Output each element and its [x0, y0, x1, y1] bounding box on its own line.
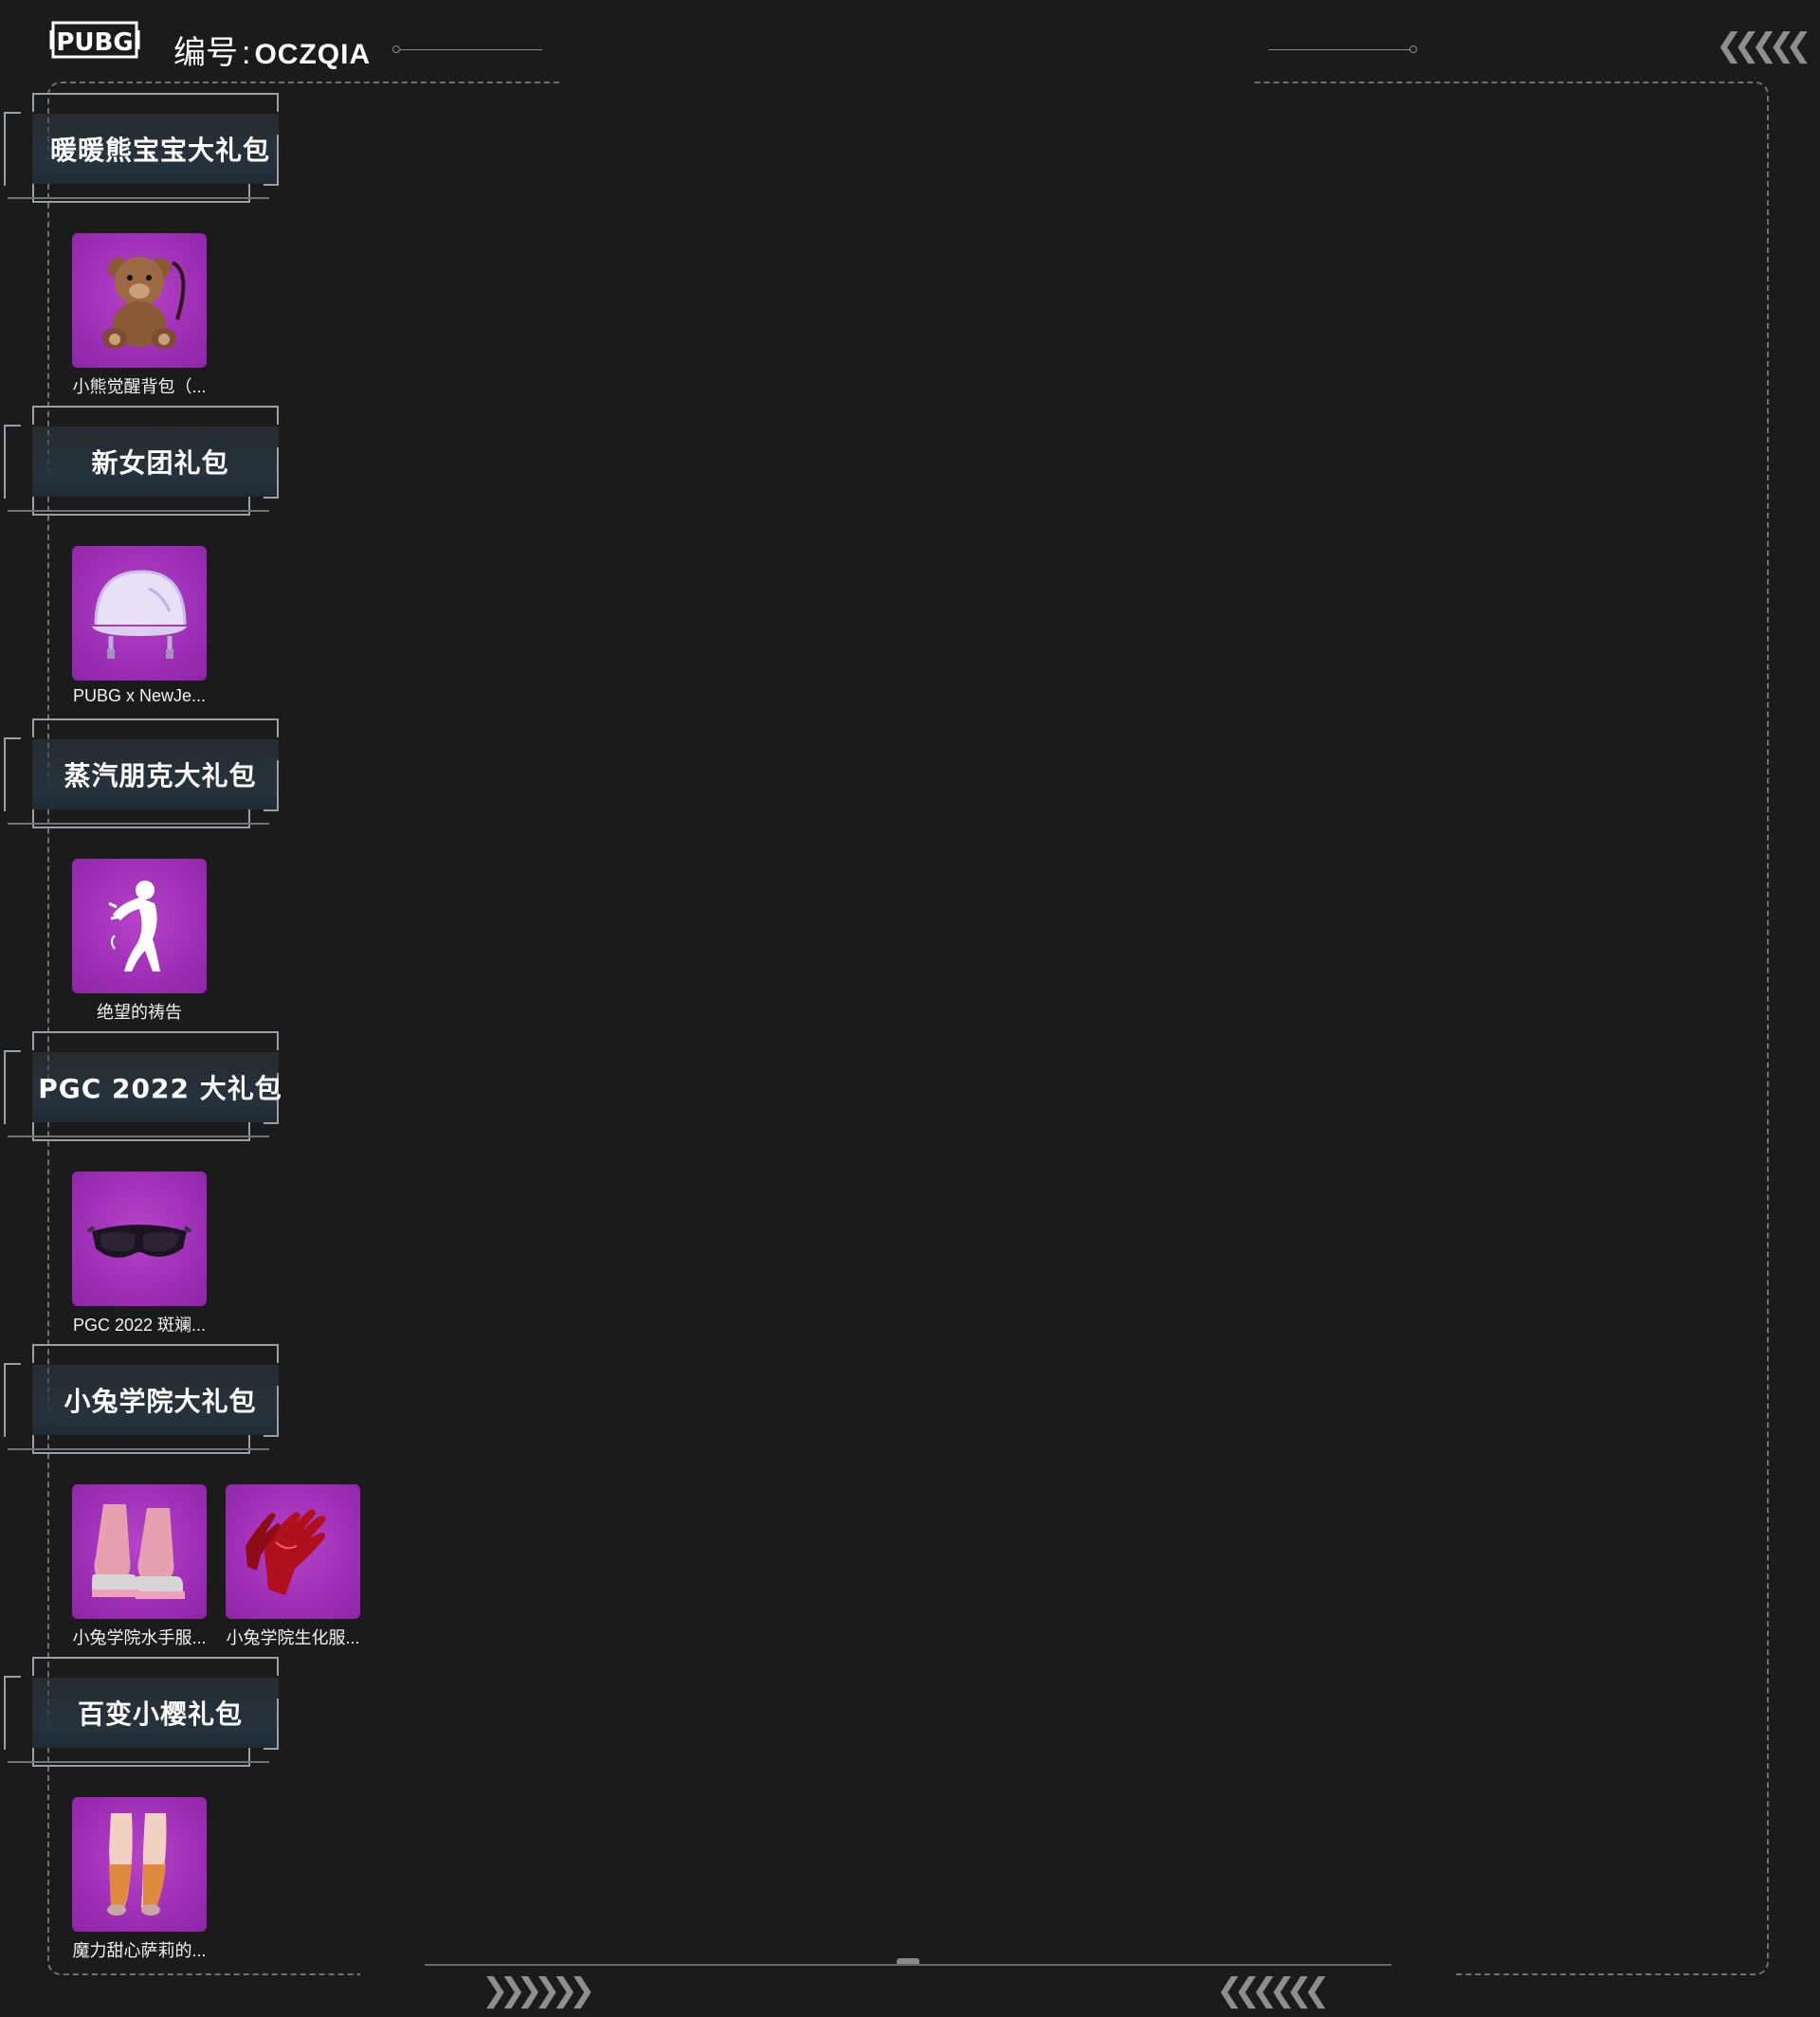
package-items: PGC 2022 斑斓... — [72, 1172, 207, 1336]
teddy-bear-backpack-icon[interactable] — [72, 233, 207, 368]
id-label: 编号 — [173, 35, 238, 71]
gloves-icon[interactable] — [226, 1484, 360, 1619]
item-name: 小兔学院水手服... — [72, 1628, 207, 1647]
header-frame-top — [32, 93, 279, 112]
header-frame-left — [4, 425, 21, 499]
header-frame-top — [32, 406, 279, 425]
chevron-left-icon-footer: ❮❮❮❮ ❮❮ — [1216, 1972, 1330, 2008]
package-items: 绝望的祷告 — [72, 859, 207, 1024]
package-item[interactable]: PGC 2022 斑斓... — [72, 1172, 207, 1336]
package-title: 小兔学院大礼包 — [64, 1386, 257, 1417]
helmet-icon[interactable] — [72, 546, 207, 681]
item-name: 小熊觉醒背包（... — [72, 377, 207, 396]
package-section: 蒸汽朋克大礼包 绝望的祷告 — [0, 718, 398, 1022]
deco-line-left — [400, 49, 542, 50]
header-frame-bottom — [32, 1748, 250, 1767]
boots-icon[interactable] — [72, 1484, 207, 1619]
package-item[interactable]: 小熊觉醒背包（... — [72, 233, 207, 398]
header-frame-left — [4, 1050, 21, 1124]
header-frame-top — [32, 1344, 279, 1363]
chevron-left-icon: ❮❮❮❮ ❮ — [1716, 27, 1812, 64]
pubg-logo: PUBG — [49, 17, 140, 63]
header-frame-left — [4, 1363, 21, 1437]
package-section: 暖暖熊宝宝大礼包 小熊觉醒背包（... — [0, 93, 398, 396]
header-frame-bottom — [32, 1435, 250, 1454]
package-items: 小熊觉醒背包（... — [72, 233, 207, 398]
header-frame-bottom — [32, 809, 250, 828]
package-item[interactable]: 小兔学院生化服... — [226, 1484, 360, 1649]
footer-handle — [897, 1958, 919, 1964]
package-title: 暖暖熊宝宝大礼包 — [49, 135, 270, 166]
stockings-icon[interactable] — [72, 1797, 207, 1932]
id-separator: : — [242, 35, 251, 71]
header-frame-top — [32, 718, 279, 737]
package-header: 小兔学院大礼包 — [0, 1344, 284, 1458]
item-name: PGC 2022 斑斓... — [72, 1316, 207, 1335]
package-title: 蒸汽朋克大礼包 — [64, 760, 257, 791]
header-frame-bottom — [32, 184, 250, 203]
package-title: 百变小樱礼包 — [77, 1699, 243, 1730]
header-frame-left — [4, 1676, 21, 1750]
header-underline — [8, 1136, 269, 1137]
emote-pose-icon[interactable] — [72, 859, 207, 993]
item-name: 魔力甜心萨莉的... — [72, 1941, 207, 1960]
header-frame-top — [32, 1657, 279, 1676]
goggles-icon[interactable] — [72, 1172, 207, 1306]
package-title: PGC 2022 大礼包 — [38, 1073, 282, 1104]
package-section: 新女团礼包 PUBG x NewJe... — [0, 406, 398, 705]
item-name: PUBG x NewJe... — [72, 686, 207, 705]
package-title: 新女团礼包 — [91, 447, 229, 479]
header-underline — [8, 197, 269, 199]
package-header: 新女团礼包 — [0, 406, 284, 519]
package-item[interactable]: PUBG x NewJe... — [72, 546, 207, 706]
package-section: PGC 2022 大礼包 PGC 2022 斑斓... — [0, 1031, 398, 1335]
chevron-right-icon: ❯❯ ❯❯❯❯ — [482, 1972, 595, 2008]
header-underline — [8, 1448, 269, 1450]
id-value: OCZQIA — [254, 39, 372, 70]
package-items: 小兔学院水手服... 小兔学院生化服... — [72, 1484, 360, 1649]
item-id: 编号: OCZQIA — [173, 27, 371, 73]
deco-dot-left — [392, 45, 400, 53]
deco-line-right — [1268, 49, 1410, 50]
item-name: 绝望的祷告 — [97, 1003, 182, 1022]
package-section: 小兔学院大礼包 小兔学院水手服... 小兔学院生化服... — [0, 1344, 398, 1647]
frame-gap-top — [561, 79, 1251, 84]
header-frame-left — [4, 112, 21, 186]
logo-text: PUBG — [56, 28, 133, 57]
package-items: PUBG x NewJe... — [72, 546, 207, 706]
package-header: 百变小樱礼包 — [0, 1657, 284, 1771]
package-header: 暖暖熊宝宝大礼包 — [0, 93, 284, 207]
header-frame-bottom — [32, 497, 250, 516]
package-header: PGC 2022 大礼包 — [0, 1031, 284, 1145]
package-item[interactable]: 魔力甜心萨莉的... — [72, 1797, 207, 1962]
package-item[interactable]: 绝望的祷告 — [72, 859, 207, 1024]
package-header: 蒸汽朋克大礼包 — [0, 718, 284, 832]
package-section: 百变小樱礼包 魔力甜心萨莉的... — [0, 1657, 398, 1960]
header-underline — [8, 823, 269, 825]
footer-line — [425, 1964, 1392, 1966]
package-items: 魔力甜心萨莉的... — [72, 1797, 207, 1962]
deco-dot-right — [1410, 45, 1417, 53]
package-item[interactable]: 小兔学院水手服... — [72, 1484, 207, 1649]
header-frame-bottom — [32, 1122, 250, 1141]
item-name: 小兔学院生化服... — [226, 1628, 360, 1647]
header-underline — [8, 510, 269, 512]
header-frame-left — [4, 737, 21, 811]
header-underline — [8, 1761, 269, 1763]
header-frame-top — [32, 1031, 279, 1050]
